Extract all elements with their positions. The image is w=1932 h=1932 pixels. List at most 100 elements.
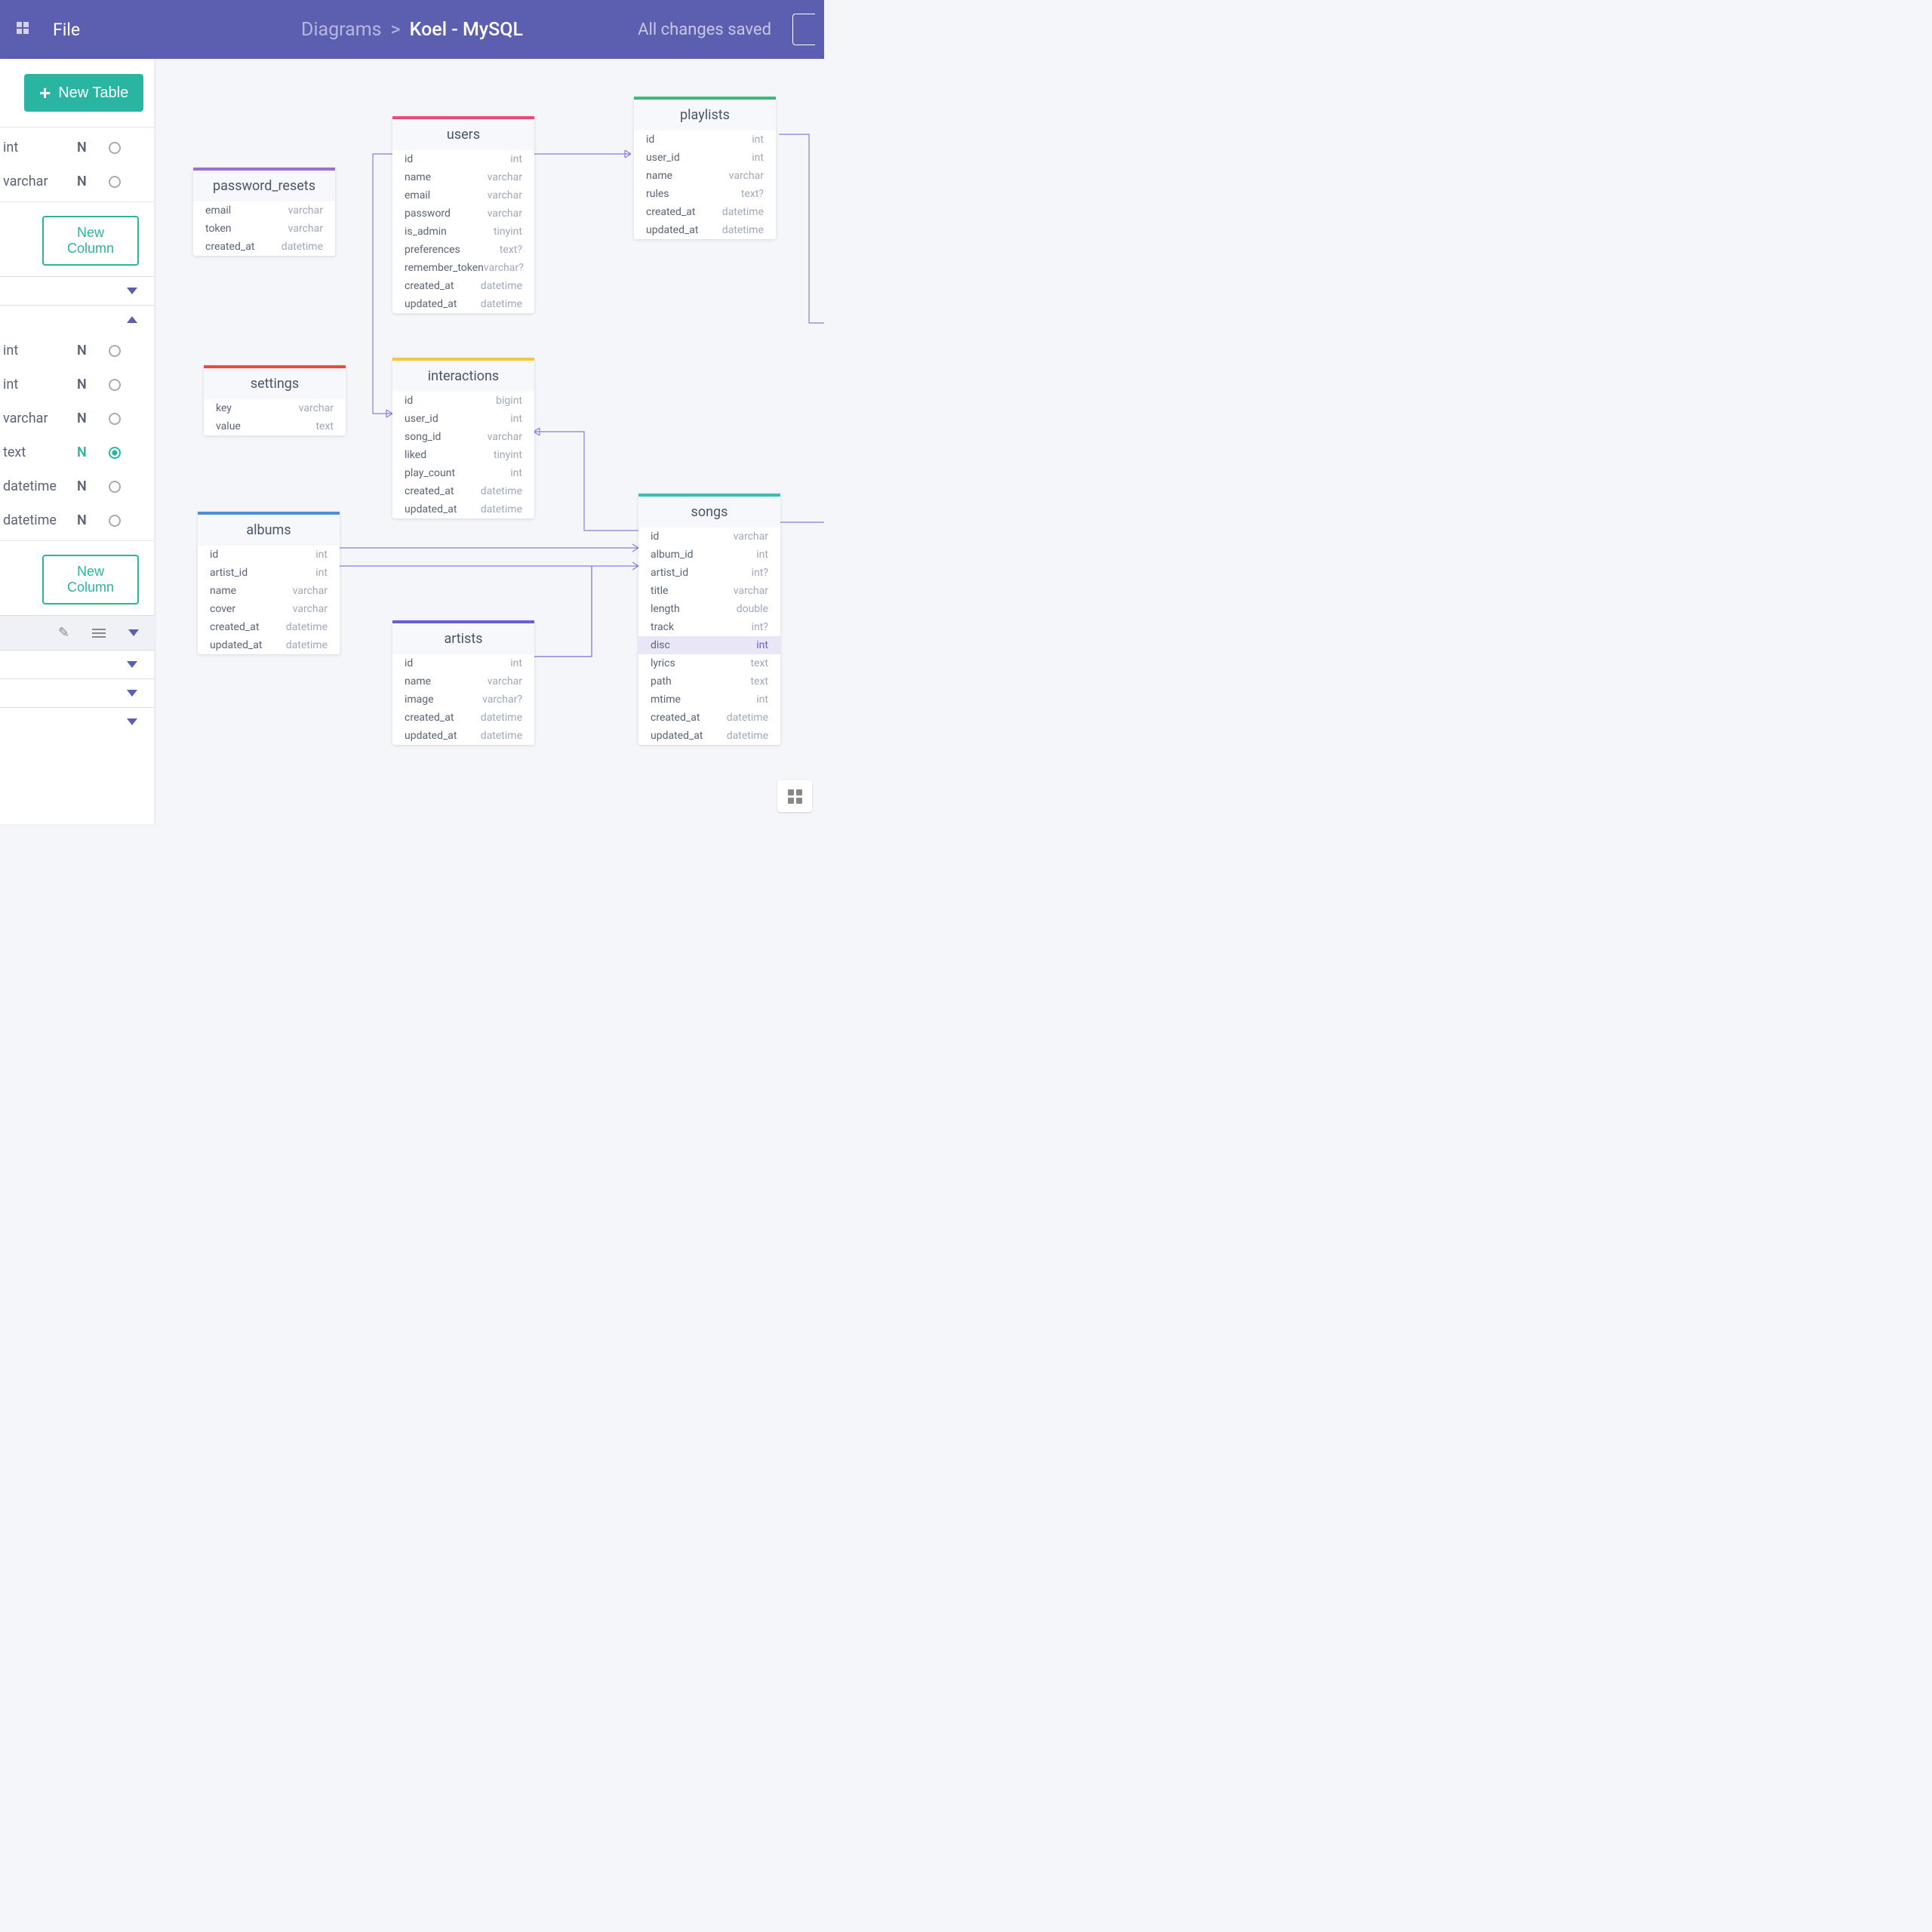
column-row[interactable]: password varchar [392, 205, 534, 223]
column-row[interactable]: email varchar [392, 186, 534, 205]
column-row[interactable]: datetime N [0, 469, 154, 503]
selection-radio[interactable] [109, 142, 121, 154]
sidebar-section-collapsed[interactable] [0, 650, 154, 678]
column-row[interactable]: remember_token varchar? [392, 259, 534, 277]
selection-radio[interactable] [109, 447, 121, 459]
column-row[interactable]: varchar N [0, 165, 154, 198]
column-row[interactable]: lyrics text [638, 654, 780, 672]
column-row[interactable]: mtime int [638, 691, 780, 709]
minimap-button[interactable] [777, 780, 812, 812]
column-row[interactable]: created_at datetime [392, 482, 534, 500]
nullable-indicator[interactable]: N [77, 478, 95, 494]
new-column-button[interactable]: New Column [42, 555, 139, 605]
selection-radio[interactable] [109, 515, 121, 527]
column-row[interactable]: name varchar [198, 582, 340, 600]
column-row[interactable]: album_id int [638, 546, 780, 564]
table-settings[interactable]: settings key varchar value text [204, 365, 346, 435]
column-row[interactable]: name varchar [392, 672, 534, 691]
new-column-button[interactable]: New Column [42, 216, 139, 266]
table-albums[interactable]: albums id int artist_id int name varchar… [198, 512, 340, 654]
selection-radio[interactable] [109, 345, 121, 357]
column-row[interactable]: id int [198, 546, 340, 564]
nullable-indicator[interactable]: N [77, 377, 95, 392]
table-artists[interactable]: artists id int name varchar image varcha… [392, 620, 534, 745]
table-title[interactable]: artists [392, 620, 534, 654]
sidebar-section-expanded[interactable] [0, 305, 154, 334]
column-row[interactable]: title varchar [638, 582, 780, 600]
column-row[interactable]: user_id int [392, 410, 534, 428]
table-playlists[interactable]: playlists id int user_id int name varcha… [634, 97, 776, 239]
column-row[interactable]: created_at datetime [193, 238, 335, 256]
nullable-indicator[interactable]: N [77, 174, 95, 189]
column-row[interactable]: updated_at datetime [638, 727, 780, 745]
column-row[interactable]: cover varchar [198, 600, 340, 618]
column-row[interactable]: name varchar [634, 167, 776, 185]
column-row[interactable]: updated_at datetime [198, 636, 340, 654]
file-menu[interactable]: File [53, 20, 80, 40]
edit-icon[interactable]: ✎ [58, 625, 69, 641]
column-row[interactable]: rules text? [634, 185, 776, 203]
column-row[interactable]: created_at datetime [638, 709, 780, 727]
column-row[interactable]: updated_at datetime [392, 295, 534, 313]
column-row[interactable]: email varchar [193, 202, 335, 220]
column-row[interactable]: updated_at datetime [392, 727, 534, 745]
column-row[interactable]: int N [0, 368, 154, 401]
column-row[interactable]: varchar N [0, 401, 154, 435]
column-row[interactable]: id int [634, 131, 776, 149]
column-row[interactable]: name varchar [392, 168, 534, 186]
column-row[interactable]: value text [204, 417, 346, 435]
column-row[interactable]: disc int [638, 636, 780, 654]
column-row[interactable]: token varchar [193, 220, 335, 238]
column-row[interactable]: created_at datetime [392, 709, 534, 727]
table-title[interactable]: songs [638, 494, 780, 528]
column-row[interactable]: user_id int [634, 149, 776, 167]
diagram-canvas[interactable]: password_resets email varchar token varc… [154, 59, 824, 824]
table-title[interactable]: password_resets [193, 168, 335, 202]
chevron-down-icon[interactable] [128, 629, 139, 636]
column-row[interactable]: id bigint [392, 392, 534, 410]
column-row[interactable]: liked tinyint [392, 446, 534, 464]
nullable-indicator[interactable]: N [77, 140, 95, 155]
breadcrumb-parent[interactable]: Diagrams [301, 19, 382, 41]
column-row[interactable]: text N [0, 435, 154, 469]
nullable-indicator[interactable]: N [77, 343, 95, 358]
column-row[interactable]: created_at datetime [198, 618, 340, 636]
table-title[interactable]: playlists [634, 97, 776, 131]
column-row[interactable]: id int [392, 150, 534, 168]
selection-radio[interactable] [109, 379, 121, 391]
nullable-indicator[interactable]: N [77, 411, 95, 426]
column-row[interactable]: artist_id int [198, 564, 340, 582]
column-row[interactable]: int N [0, 131, 154, 165]
column-row[interactable]: id int [392, 654, 534, 672]
column-row[interactable]: is_admin tinyint [392, 223, 534, 241]
column-row[interactable]: length double [638, 600, 780, 618]
column-row[interactable]: created_at datetime [392, 277, 534, 295]
table-title[interactable]: users [392, 116, 534, 150]
nullable-indicator[interactable]: N [77, 445, 95, 460]
table-users[interactable]: users id int name varchar email varchar … [392, 116, 534, 313]
column-row[interactable]: play_count int [392, 464, 534, 482]
table-title[interactable]: interactions [392, 358, 534, 392]
column-row[interactable]: song_id varchar [392, 428, 534, 446]
list-icon[interactable] [92, 629, 106, 638]
selection-radio[interactable] [109, 176, 121, 188]
selection-radio[interactable] [109, 413, 121, 425]
nullable-indicator[interactable]: N [77, 512, 95, 528]
column-row[interactable]: track int? [638, 618, 780, 636]
column-row[interactable]: id varchar [638, 528, 780, 546]
table-songs[interactable]: songs id varchar album_id int artist_id … [638, 494, 780, 745]
table-interactions[interactable]: interactions id bigint user_id int song_… [392, 358, 534, 518]
table-title[interactable]: settings [204, 365, 346, 399]
selection-radio[interactable] [109, 481, 121, 493]
sidebar-section-collapsed[interactable] [0, 678, 154, 707]
column-row[interactable]: created_at datetime [634, 203, 776, 221]
table-title[interactable]: albums [198, 512, 340, 546]
column-row[interactable]: image varchar? [392, 691, 534, 709]
sidebar-section-collapsed[interactable] [0, 707, 154, 736]
column-row[interactable]: updated_at datetime [392, 500, 534, 518]
sidebar-section-collapsed[interactable] [0, 276, 154, 305]
header-action-button[interactable] [792, 14, 815, 45]
column-row[interactable]: preferences text? [392, 241, 534, 259]
column-row[interactable]: datetime N [0, 503, 154, 537]
column-row[interactable]: path text [638, 672, 780, 691]
